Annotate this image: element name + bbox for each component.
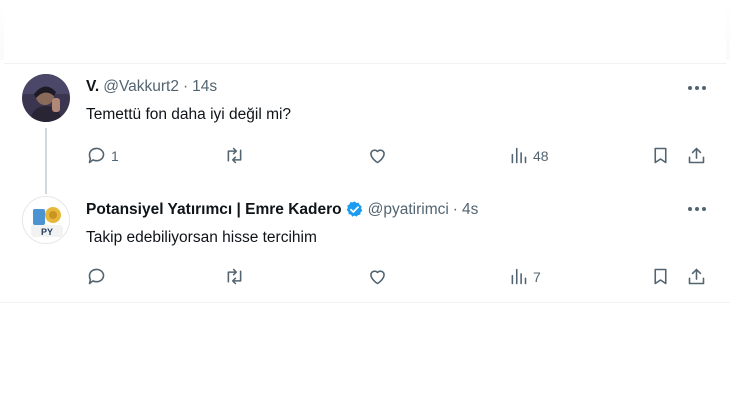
tweet-actions: 1 48 <box>0 145 730 169</box>
bookmark-button[interactable] <box>650 266 671 287</box>
tweet-actions: 7 <box>0 266 730 290</box>
views-icon <box>511 268 527 285</box>
divider <box>4 63 726 64</box>
like-button[interactable] <box>367 266 392 287</box>
views-button[interactable]: 7 <box>508 266 541 287</box>
reply-icon <box>88 268 105 285</box>
tweet-text: Temettü fon daha iyi değil mi? <box>86 106 292 123</box>
reply-button[interactable] <box>86 266 111 287</box>
separator: · <box>183 78 189 95</box>
reply-count: 1 <box>111 147 119 164</box>
share-button[interactable] <box>686 266 707 287</box>
bookmark-button[interactable] <box>650 145 671 166</box>
separator: · <box>452 200 458 218</box>
bottom-divider <box>0 302 730 303</box>
more-icon[interactable] <box>684 79 710 97</box>
tweet-text: Takip edebiliyorsan hisse tercihim <box>86 229 317 246</box>
display-name[interactable]: V. <box>86 78 99 96</box>
like-icon <box>370 149 385 164</box>
handle[interactable]: @Vakkurt2 <box>103 78 179 96</box>
share-icon <box>688 268 705 285</box>
views-icon <box>511 147 527 164</box>
share-icon <box>688 147 705 164</box>
retweet-icon <box>227 147 242 164</box>
retweet-button[interactable] <box>224 145 249 166</box>
display-name[interactable]: Potansiyel Yatırımcı | Emre Kadero <box>86 201 342 219</box>
views-count: 7 <box>533 268 541 285</box>
share-button[interactable] <box>686 145 707 166</box>
retweet-icon <box>227 268 242 285</box>
timestamp[interactable]: 4s <box>462 201 478 219</box>
reply-button[interactable]: 1 <box>86 145 119 166</box>
avatar[interactable] <box>22 74 70 122</box>
avatar-label: PY <box>41 227 53 237</box>
bookmark-icon <box>654 147 667 164</box>
views-count: 48 <box>533 147 549 164</box>
timestamp[interactable]: 14s <box>192 78 217 96</box>
reply-icon <box>88 147 105 164</box>
verified-icon <box>345 200 364 219</box>
views-button[interactable]: 48 <box>508 145 549 166</box>
tweet-header: V. @Vakkurt2 · 14s <box>86 78 217 96</box>
more-icon[interactable] <box>684 200 710 218</box>
like-icon <box>370 270 385 285</box>
handle[interactable]: @pyatirimci <box>368 201 449 219</box>
retweet-button[interactable] <box>224 266 249 287</box>
bookmark-icon <box>654 268 667 285</box>
avatar[interactable]: PY <box>22 196 70 244</box>
tweet-header: Potansiyel Yatırımcı | Emre Kadero @pyat… <box>86 200 478 219</box>
like-button[interactable] <box>367 145 392 166</box>
